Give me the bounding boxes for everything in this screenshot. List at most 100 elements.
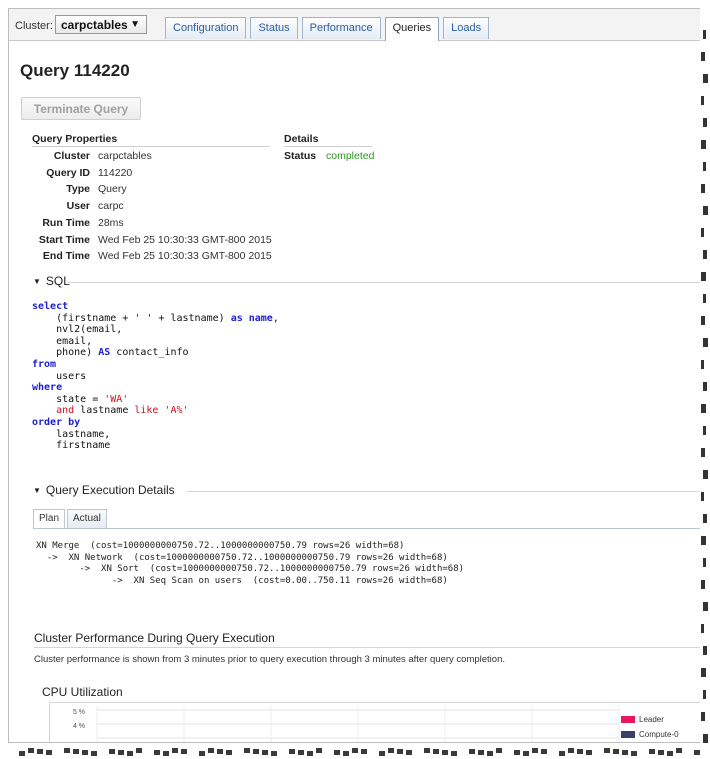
sql-token: (firstname + ' ' + lastname) (32, 312, 231, 324)
y-tick-label: 4 % (73, 723, 85, 730)
top-bar: Cluster: carpctables ▼ Configuration Sta… (9, 9, 700, 41)
property-value: carpc (98, 200, 124, 213)
sql-line: where (32, 382, 279, 394)
sql-token: where (32, 382, 63, 394)
tab-queries[interactable]: Queries (384, 17, 440, 41)
property-value: Wed Feb 25 10:30:33 GMT-800 2015 (98, 233, 272, 246)
tab-plan[interactable]: Plan (33, 509, 66, 528)
sql-line: and lastname like 'A%' (32, 405, 279, 417)
tab-actual[interactable]: Actual (67, 509, 107, 528)
execution-details-toggle[interactable]: ▼ Query Execution Details (33, 483, 175, 497)
sql-token: like (134, 405, 159, 417)
scan-edge-artifact (701, 30, 708, 743)
execution-details-heading: Query Execution Details (45, 483, 175, 497)
sql-token: state = (32, 393, 105, 405)
legend-label: Compute-0 (639, 730, 679, 739)
sql-code: select (firstname + ' ' + lastname) as n… (32, 301, 279, 452)
plan-tabs: Plan Actual (33, 509, 107, 529)
query-plan-text: XN Merge (cost=1000000000750.72..1000000… (36, 541, 464, 587)
y-tick-label: 5 % (73, 709, 85, 716)
property-key: End Time (42, 250, 90, 263)
chart-frame (49, 702, 700, 742)
property-key: Type (66, 183, 90, 196)
plan-line: -> XN Network (cost=1000000000750.72..10… (36, 552, 448, 563)
cluster-performance-description: Cluster performance is shown from 3 minu… (34, 654, 506, 665)
cpu-utilization-heading: CPU Utilization (42, 685, 123, 699)
legend-swatch (621, 731, 635, 738)
sql-token: 'WA' (104, 393, 129, 405)
sql-token: select (32, 301, 69, 312)
sql-token: order by (32, 416, 81, 428)
main-tabs: Configuration Status Performance Queries… (165, 17, 490, 41)
chart-legend: Leader Compute-0 (621, 715, 679, 742)
sql-token: AS (98, 347, 111, 359)
query-detail-window: Cluster: carpctables ▼ Configuration Sta… (8, 8, 700, 743)
sql-line: lastname, (32, 429, 279, 441)
sql-line: nvl2(email, (32, 324, 279, 336)
property-key: Start Time (38, 233, 90, 246)
tab-configuration[interactable]: Configuration (165, 17, 247, 39)
sql-line: (firstname + ' ' + lastname) as name, (32, 313, 279, 325)
sql-heading: SQL (45, 274, 70, 288)
property-value: Query (98, 183, 127, 196)
property-key: Run Time (42, 216, 90, 229)
sql-line: state = 'WA' (32, 394, 279, 406)
sql-divider (67, 282, 700, 283)
sql-token: phone) (32, 347, 99, 359)
sql-token: as name (230, 312, 273, 324)
sql-token: from (32, 358, 57, 370)
performance-divider (34, 647, 700, 648)
legend-item-compute-0: Compute-0 (621, 730, 679, 739)
property-value: Wed Feb 25 10:30:33 GMT-800 2015 (98, 250, 272, 263)
sql-line: firstname (32, 440, 279, 452)
property-value: 28ms (98, 216, 124, 229)
sql-token: , (272, 312, 279, 324)
sql-line: users (32, 371, 279, 383)
sql-token: users (32, 370, 87, 382)
sql-token: email, (32, 335, 93, 347)
sql-token: 'A%' (164, 405, 189, 417)
sql-line: email, (32, 336, 279, 348)
tab-performance[interactable]: Performance (301, 17, 381, 39)
cluster-performance-heading: Cluster Performance During Query Executi… (34, 631, 275, 645)
sql-line: from (32, 359, 279, 371)
status-value: completed (326, 150, 375, 162)
sql-token: nvl2(email, (32, 324, 123, 336)
sql-section-toggle[interactable]: ▼ SQL (33, 274, 70, 288)
tab-status[interactable]: Status (250, 17, 298, 39)
sql-token: contact_info (110, 347, 189, 359)
triangle-down-icon: ▼ (33, 486, 41, 495)
page-title: Query 114220 (20, 61, 130, 80)
plan-line: -> XN Sort (cost=1000000000750.72..10000… (36, 564, 465, 575)
property-key: Cluster (53, 150, 90, 162)
cluster-select[interactable]: carpctables ▼ (55, 15, 147, 34)
sql-token: and (56, 405, 75, 417)
tab-loads[interactable]: Loads (443, 17, 490, 39)
sql-token: firstname (32, 440, 111, 452)
triangle-down-icon: ▼ (33, 277, 41, 286)
sql-token: lastname, (32, 428, 111, 440)
sql-token: lastname (74, 405, 135, 417)
query-properties-heading: Query Properties (32, 133, 270, 147)
cluster-label: Cluster: (15, 20, 53, 32)
sql-line: phone) AS contact_info (32, 347, 279, 359)
execution-divider (187, 491, 700, 492)
legend-label: Leader (639, 715, 664, 724)
plan-line: -> XN Seq Scan on users (cost=0.00..750.… (36, 575, 448, 586)
plan-tabs-baseline (33, 528, 700, 529)
chevron-down-icon: ▼ (130, 19, 140, 30)
chart-grid (96, 706, 620, 742)
legend-swatch (621, 716, 635, 723)
sql-line: select (32, 301, 279, 313)
legend-item-leader: Leader (621, 715, 679, 724)
plan-line: XN Merge (cost=1000000000750.72..1000000… (36, 541, 405, 551)
property-key: Query ID (46, 166, 90, 179)
cpu-utilization-chart: 5 % 4 % (49, 702, 700, 742)
status-key: Status (284, 150, 317, 162)
property-value: 114220 (98, 166, 133, 179)
cluster-select-value: carpctables (61, 18, 128, 32)
property-value: carpctables (98, 150, 152, 162)
terminate-query-button[interactable]: Terminate Query (21, 97, 141, 120)
scan-bottom-artifact (19, 748, 700, 756)
